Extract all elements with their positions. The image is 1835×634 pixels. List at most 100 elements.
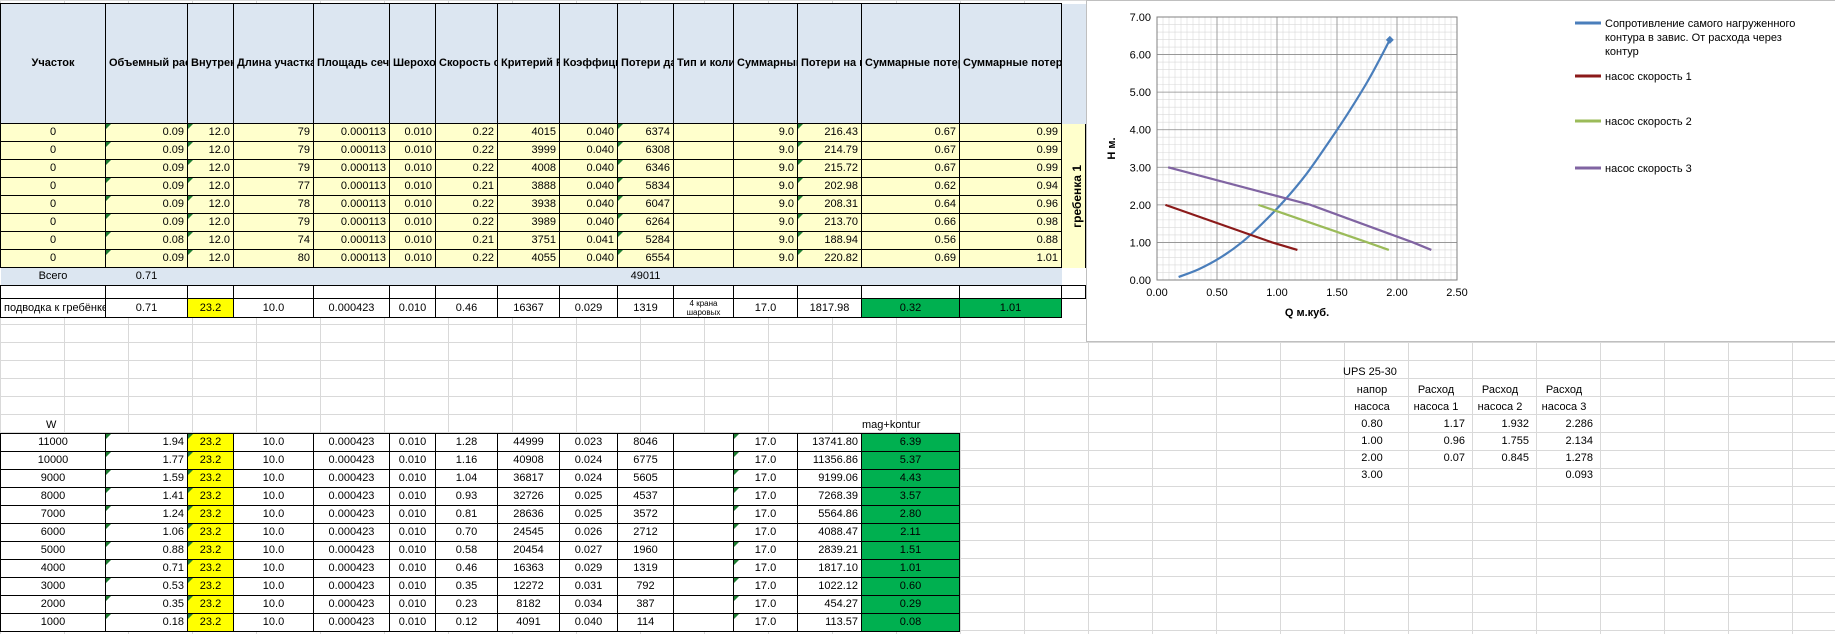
section-cell[interactable]: 0 <box>0 249 106 268</box>
power-cell[interactable]: 1000 <box>0 613 106 632</box>
power-cell[interactable]: 23.2 <box>187 577 234 596</box>
power-cell[interactable] <box>673 541 734 560</box>
power-cell[interactable]: 1.04 <box>435 469 498 488</box>
power-cell[interactable] <box>673 505 734 524</box>
section-cell[interactable]: 9.0 <box>733 195 798 214</box>
power-cell[interactable]: 0.010 <box>389 541 436 560</box>
power-cell[interactable]: 17.0 <box>733 613 798 632</box>
ups-cell[interactable]: 1.00 <box>1340 433 1404 450</box>
power-cell[interactable]: 0.026 <box>559 523 618 542</box>
power-cell[interactable]: 0.000423 <box>313 559 390 578</box>
total-label[interactable]: Всего <box>0 267 106 286</box>
power-cell[interactable]: 4000 <box>0 559 106 578</box>
power-cell[interactable]: 0.025 <box>559 505 618 524</box>
section-cell[interactable]: 214.79 <box>797 141 862 160</box>
power-cell[interactable]: 16363 <box>497 559 560 578</box>
power-cell[interactable]: 0.000423 <box>313 613 390 632</box>
power-cell[interactable]: 454.27 <box>797 595 862 614</box>
section-cell[interactable]: 0.09 <box>105 141 188 160</box>
section-cell[interactable]: 0.010 <box>389 213 436 232</box>
empty-cell[interactable] <box>233 285 314 299</box>
feed-cell[interactable]: 0.46 <box>435 298 498 318</box>
section-cell[interactable]: 0 <box>0 141 106 160</box>
power-cell[interactable]: 0.034 <box>559 595 618 614</box>
power-cell[interactable]: 5605 <box>617 469 674 488</box>
section-cell[interactable]: 0.22 <box>435 213 498 232</box>
power-cell[interactable]: 9199.06 <box>797 469 862 488</box>
power-cell[interactable]: 3572 <box>617 505 674 524</box>
ups-cell[interactable]: 2.134 <box>1532 433 1596 450</box>
section-cell[interactable]: 0.040 <box>559 159 618 178</box>
section-cell[interactable]: 9.0 <box>733 141 798 160</box>
feed-cell[interactable]: 1.01 <box>959 298 1062 318</box>
section-cell[interactable]: 0.99 <box>959 159 1062 178</box>
power-cell[interactable]: 44999 <box>497 433 560 452</box>
feed-cell[interactable]: 1319 <box>617 298 674 318</box>
empty-cell[interactable] <box>0 285 106 299</box>
power-cell[interactable]: 0.81 <box>435 505 498 524</box>
power-cell[interactable]: 6000 <box>0 523 106 542</box>
section-cell[interactable]: 0.21 <box>435 177 498 196</box>
empty-cell[interactable] <box>389 267 436 286</box>
section-cell[interactable]: 0.99 <box>959 123 1062 142</box>
power-cell[interactable]: 10.0 <box>233 577 314 596</box>
section-cell[interactable]: 208.31 <box>797 195 862 214</box>
power-cell[interactable]: 10.0 <box>233 487 314 506</box>
section-cell[interactable]: 0.98 <box>959 213 1062 232</box>
section-cell[interactable]: 202.98 <box>797 177 862 196</box>
power-cell[interactable]: 0.18 <box>105 613 188 632</box>
power-cell[interactable]: 387 <box>617 595 674 614</box>
power-cell[interactable]: 17.0 <box>733 523 798 542</box>
power-cell[interactable] <box>673 487 734 506</box>
section-cell[interactable] <box>673 177 734 196</box>
empty-cell[interactable] <box>313 267 390 286</box>
section-cell[interactable] <box>673 123 734 142</box>
power-cell[interactable]: 0.000423 <box>313 595 390 614</box>
power-cell[interactable]: 0.000423 <box>313 505 390 524</box>
header-cell[interactable]: Суммарный коэффициент местных сопротивле… <box>733 3 798 124</box>
section-cell[interactable]: 0.22 <box>435 195 498 214</box>
feed-cell[interactable]: 0.000423 <box>313 298 390 318</box>
power-cell[interactable]: 0.93 <box>435 487 498 506</box>
section-cell[interactable]: 0.22 <box>435 159 498 178</box>
feed-cell[interactable]: 0.71 <box>105 298 188 318</box>
ups-cell[interactable]: 0.845 <box>1468 450 1532 467</box>
section-cell[interactable]: 3938 <box>497 195 560 214</box>
section-cell[interactable]: 220.82 <box>797 249 862 268</box>
section-cell[interactable]: 0.09 <box>105 177 188 196</box>
power-cell[interactable]: 32726 <box>497 487 560 506</box>
power-cell[interactable] <box>673 613 734 632</box>
empty-cell[interactable] <box>617 285 674 299</box>
section-cell[interactable]: 79 <box>233 159 314 178</box>
power-cell[interactable]: 10.0 <box>233 559 314 578</box>
power-cell[interactable]: 0.025 <box>559 487 618 506</box>
section-cell[interactable]: 0.94 <box>959 177 1062 196</box>
power-cell[interactable]: 9000 <box>0 469 106 488</box>
power-cell[interactable]: 23.2 <box>187 451 234 470</box>
power-cell[interactable]: 5.37 <box>861 451 960 470</box>
power-cell[interactable]: 20454 <box>497 541 560 560</box>
power-cell[interactable]: 0.010 <box>389 433 436 452</box>
side-cell[interactable] <box>1061 231 1086 250</box>
section-cell[interactable]: 0.22 <box>435 249 498 268</box>
section-cell[interactable]: 0.010 <box>389 177 436 196</box>
section-cell[interactable]: 6308 <box>617 141 674 160</box>
power-cell[interactable]: 11356.86 <box>797 451 862 470</box>
section-cell[interactable]: 0.99 <box>959 141 1062 160</box>
header-cell[interactable]: Критерий Рейнольдса <box>497 3 560 124</box>
empty-cell[interactable] <box>435 267 498 286</box>
power-cell[interactable]: 0.029 <box>559 559 618 578</box>
power-cell[interactable]: 0.000423 <box>313 523 390 542</box>
section-cell[interactable]: 3751 <box>497 231 560 250</box>
section-cell[interactable]: 0.040 <box>559 123 618 142</box>
section-cell[interactable]: 0.041 <box>559 231 618 250</box>
power-cell[interactable]: 1.51 <box>861 541 960 560</box>
power-cell[interactable]: 1.16 <box>435 451 498 470</box>
power-cell[interactable]: 0.027 <box>559 541 618 560</box>
feed-cell[interactable]: 0.010 <box>389 298 436 318</box>
empty-cell[interactable] <box>861 267 960 286</box>
section-cell[interactable]: 5284 <box>617 231 674 250</box>
power-cell[interactable]: 113.57 <box>797 613 862 632</box>
side-cell[interactable] <box>1061 141 1086 160</box>
power-cell[interactable]: 4537 <box>617 487 674 506</box>
